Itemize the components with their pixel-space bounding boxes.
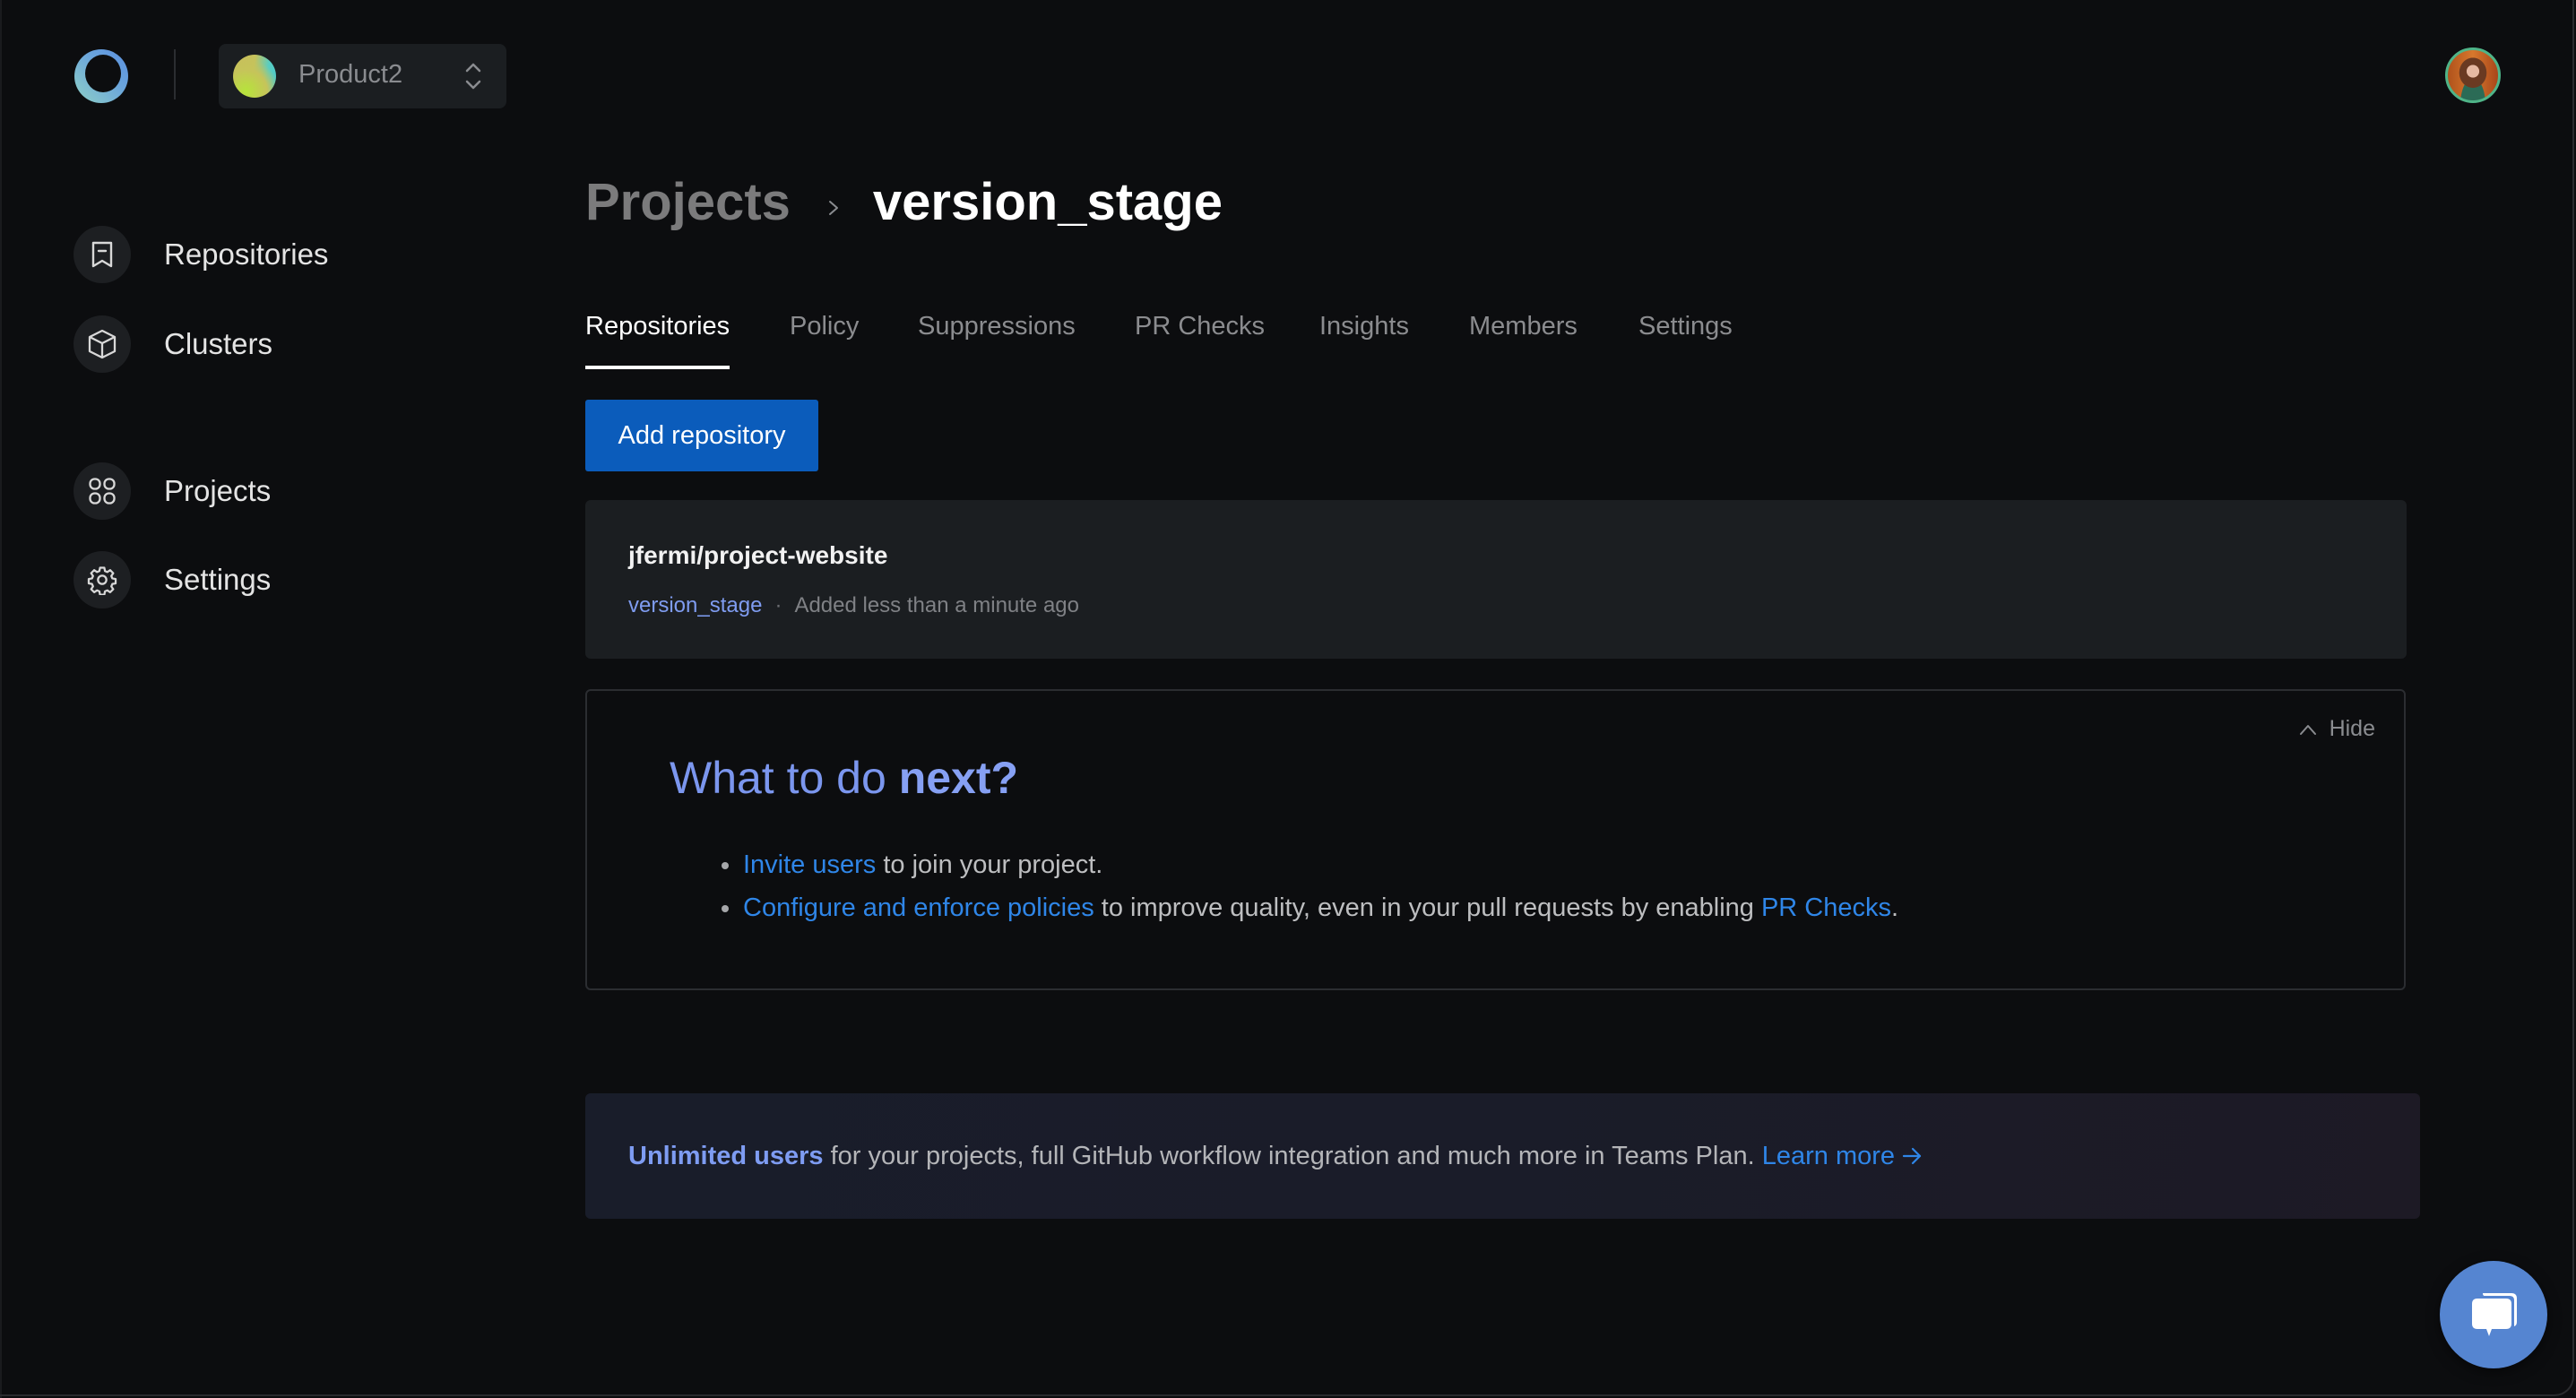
chat-bubble-icon (2472, 1293, 2517, 1336)
arrow-right-icon (1902, 1147, 1922, 1165)
hide-label: Hide (2329, 716, 2375, 741)
repository-icon (73, 226, 131, 283)
sidebar-item-projects[interactable]: Projects (73, 462, 271, 520)
tab-members[interactable]: Members (1469, 312, 1578, 341)
sidebar-item-settings[interactable]: Settings (73, 551, 271, 608)
learn-more-label: Learn more (1761, 1142, 1896, 1170)
tab-repositories[interactable]: Repositories (585, 312, 730, 369)
chevron-right-icon (828, 201, 838, 215)
cube-icon (73, 315, 131, 373)
tab-suppressions[interactable]: Suppressions (918, 312, 1076, 341)
add-repository-button[interactable]: Add repository (585, 400, 818, 471)
tab-policy[interactable]: Policy (790, 312, 859, 341)
next-step-text: to improve quality, even in your pull re… (1094, 893, 1761, 922)
next-steps-title: What to do next? (670, 752, 1018, 804)
pr-checks-link[interactable]: PR Checks (1761, 893, 1891, 922)
sidebar-item-label: Clusters (164, 327, 273, 360)
chevron-up-icon (2299, 724, 2316, 735)
sidebar-item-label: Settings (164, 563, 272, 596)
banner-text: Unlimited users for your projects, full … (628, 1142, 1923, 1171)
invite-users-link[interactable]: Invite users (743, 850, 876, 879)
sidebar-item-clusters[interactable]: Clusters (73, 315, 272, 373)
next-step-suffix: . (1891, 893, 1899, 922)
sidebar-item-repositories[interactable]: Repositories (73, 226, 328, 283)
meta-separator: · (774, 593, 782, 617)
banner-highlight: Unlimited users (628, 1142, 824, 1170)
next-steps-title-emphasis: next? (898, 753, 1019, 803)
tab-settings[interactable]: Settings (1638, 312, 1733, 341)
learn-more-link[interactable]: Learn more (1762, 1142, 1923, 1170)
hide-button[interactable]: Hide (2299, 716, 2375, 742)
upgrade-banner: Unlimited users for your projects, full … (585, 1093, 2420, 1219)
banner-body: for your projects, full GitHub workflow … (823, 1142, 1762, 1170)
next-steps-list: Invite users to join your project. Confi… (722, 843, 1898, 929)
repository-name[interactable]: jfermi/project-website (628, 541, 887, 570)
next-step-item: Configure and enforce policies to improv… (722, 886, 1898, 929)
next-steps-title-prefix: What to do (670, 753, 899, 803)
gear-icon (73, 551, 131, 608)
repository-meta: version_stage · Added less than a minute a… (628, 593, 1079, 618)
org-name: Product2 (298, 60, 403, 89)
next-step-text: to join your project. (876, 850, 1103, 879)
next-steps-panel: Hide What to do next? Invite users to jo… (585, 689, 2406, 990)
chat-button[interactable] (2440, 1261, 2547, 1368)
tab-insights[interactable]: Insights (1319, 312, 1409, 341)
user-avatar[interactable] (2445, 47, 2501, 103)
breadcrumb-projects-link[interactable]: Projects (585, 172, 791, 232)
window-edge (0, 0, 2, 1398)
chevron-up-down-icon (465, 63, 481, 90)
sidebar-item-label: Repositories (164, 237, 329, 271)
grid-icon (73, 462, 131, 520)
page-title: version_stage (872, 173, 1223, 231)
next-step-item: Invite users to join your project. (722, 843, 1898, 886)
repository-project-link[interactable]: version_stage (628, 593, 762, 617)
tab-pr-checks[interactable]: PR Checks (1135, 312, 1265, 341)
repository-added-time: Added less than a minute ago (794, 593, 1079, 617)
org-avatar (233, 55, 276, 98)
app-logo-icon[interactable] (73, 48, 129, 104)
breadcrumb: Projects version_stage (585, 172, 1223, 232)
org-selector[interactable]: Product2 (219, 44, 506, 108)
sidebar-item-label: Projects (164, 474, 272, 507)
header-divider (174, 49, 176, 99)
configure-policies-link[interactable]: Configure and enforce policies (743, 893, 1094, 922)
repository-list-item[interactable]: jfermi/project-website version_stage · Add… (585, 500, 2407, 659)
